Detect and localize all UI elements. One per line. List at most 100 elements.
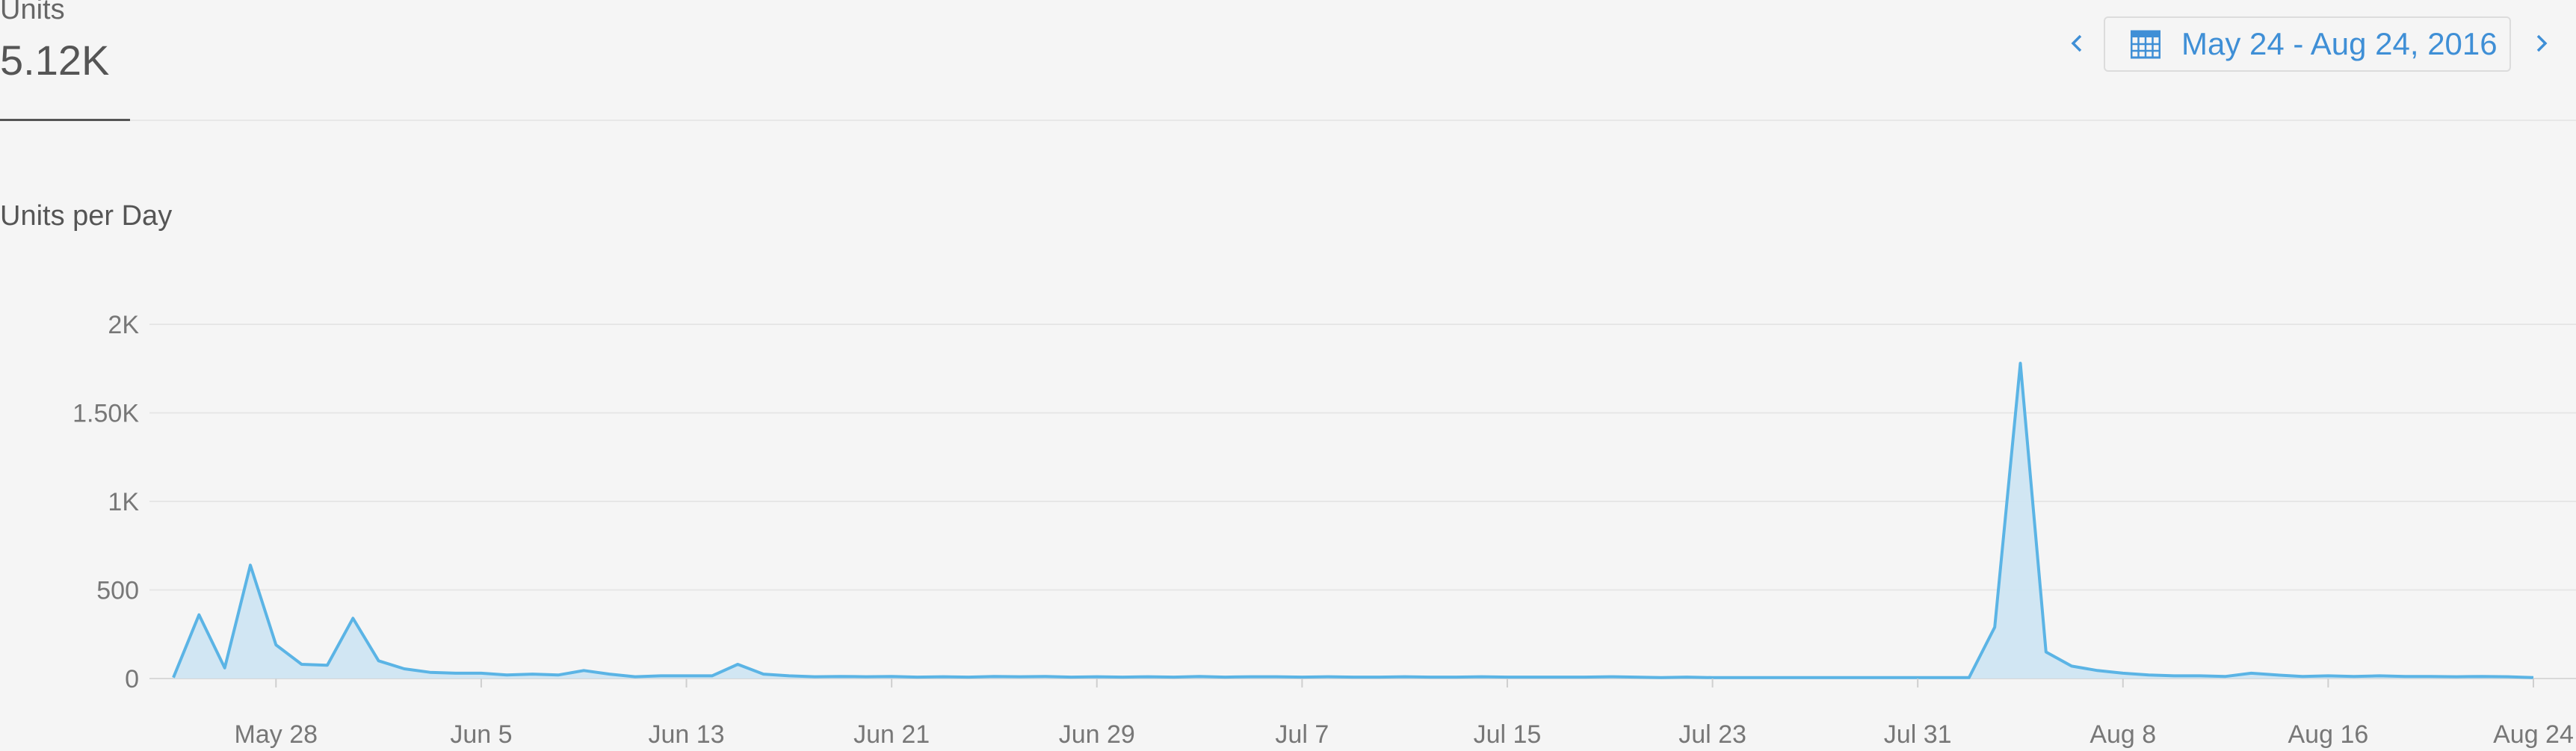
data-point[interactable] (1605, 673, 1614, 682)
data-point[interactable] (323, 661, 332, 670)
data-point[interactable] (1785, 673, 1794, 682)
data-point[interactable] (1836, 673, 1845, 682)
data-point[interactable] (502, 670, 511, 679)
data-point[interactable] (733, 660, 742, 669)
data-point[interactable] (451, 669, 460, 678)
x-tick-label: Jul 31 (1884, 720, 1952, 749)
data-point[interactable] (759, 670, 768, 679)
data-point[interactable] (1374, 673, 1383, 682)
data-point[interactable] (1554, 673, 1563, 682)
data-point[interactable] (1066, 673, 1075, 682)
data-point[interactable] (1631, 673, 1640, 682)
data-point[interactable] (1990, 622, 1999, 631)
data-point[interactable] (2067, 661, 2076, 670)
data-point[interactable] (477, 669, 486, 678)
data-point[interactable] (964, 673, 973, 682)
data-point[interactable] (2144, 670, 2153, 679)
data-point[interactable] (1477, 673, 1486, 682)
data-point[interactable] (989, 672, 998, 681)
x-tick-label: Aug 8 (2089, 720, 2156, 749)
data-point[interactable] (1965, 673, 1974, 682)
data-point[interactable] (2092, 666, 2101, 675)
data-point[interactable] (1580, 673, 1589, 682)
data-point[interactable] (2221, 672, 2230, 681)
data-point[interactable] (374, 656, 383, 665)
data-point[interactable] (579, 666, 588, 675)
data-point[interactable] (1426, 673, 1435, 682)
data-point[interactable] (1528, 673, 1537, 682)
data-point[interactable] (1862, 673, 1871, 682)
data-point[interactable] (1195, 672, 1204, 681)
data-point[interactable] (835, 672, 844, 681)
data-point[interactable] (1888, 673, 1897, 682)
data-point[interactable] (348, 614, 357, 622)
data-point[interactable] (2400, 672, 2409, 681)
data-point[interactable] (297, 660, 306, 669)
data-point[interactable] (169, 673, 178, 682)
data-point[interactable] (2452, 673, 2461, 682)
x-tick-label: Jun 29 (1059, 720, 1135, 749)
x-tick-label: Jul 23 (1678, 720, 1746, 749)
data-point[interactable] (912, 673, 921, 682)
data-point[interactable] (2504, 673, 2512, 682)
data-point[interactable] (1118, 673, 1127, 682)
data-point[interactable] (1400, 673, 1409, 682)
x-tick-label: Jun 21 (853, 720, 930, 749)
data-point[interactable] (631, 673, 640, 682)
data-point[interactable] (2016, 359, 2024, 368)
data-point[interactable] (656, 671, 665, 680)
data-point[interactable] (1220, 673, 1229, 682)
series-line (172, 362, 2534, 679)
data-point[interactable] (425, 668, 434, 677)
y-tick-label: 1.50K (72, 400, 139, 428)
data-point[interactable] (246, 560, 255, 569)
data-point[interactable] (194, 611, 203, 619)
data-point[interactable] (1734, 673, 1743, 682)
data-point[interactable] (1759, 673, 1768, 682)
data-point[interactable] (1657, 673, 1666, 682)
y-tick-label: 0 (125, 665, 139, 693)
x-tick-label: Aug 24 (2493, 720, 2574, 749)
data-point[interactable] (2246, 669, 2255, 678)
data-point[interactable] (2169, 671, 2178, 680)
series-area (173, 363, 2533, 679)
data-point[interactable] (2119, 669, 2128, 678)
x-tick-label: Aug 16 (2288, 720, 2369, 749)
x-tick-label: Jul 15 (1474, 720, 1542, 749)
data-point[interactable] (400, 664, 409, 673)
data-point[interactable] (528, 670, 537, 679)
data-point[interactable] (1451, 673, 1460, 682)
data-point[interactable] (2375, 671, 2384, 680)
data-point[interactable] (271, 640, 280, 649)
data-point[interactable] (2427, 672, 2436, 681)
data-point[interactable] (810, 673, 819, 682)
x-tick-label: Jul 7 (1275, 720, 1329, 749)
data-point[interactable] (1323, 673, 1332, 682)
data-point[interactable] (708, 671, 717, 680)
data-point[interactable] (1272, 673, 1281, 682)
y-tick-label: 2K (108, 311, 139, 339)
data-point[interactable] (2273, 670, 2282, 679)
data-point[interactable] (1247, 673, 1255, 682)
x-tick-label: May 28 (235, 720, 318, 749)
data-point[interactable] (1041, 672, 1050, 681)
data-point[interactable] (939, 673, 948, 682)
data-point[interactable] (1349, 673, 1358, 682)
y-tick-label: 500 (96, 577, 139, 605)
data-point[interactable] (554, 670, 563, 679)
data-point[interactable] (1939, 673, 1948, 682)
data-point[interactable] (1016, 673, 1025, 682)
data-point[interactable] (220, 664, 229, 673)
data-point[interactable] (2350, 672, 2359, 681)
data-point[interactable] (2196, 671, 2205, 680)
data-point[interactable] (1811, 673, 1820, 682)
data-point[interactable] (1682, 673, 1691, 682)
data-point[interactable] (2298, 672, 2307, 681)
data-point[interactable] (785, 671, 794, 680)
data-point[interactable] (2477, 672, 2486, 681)
data-point[interactable] (1170, 673, 1179, 682)
data-point[interactable] (2042, 647, 2051, 656)
data-point[interactable] (605, 670, 614, 679)
data-point[interactable] (862, 673, 871, 682)
data-point[interactable] (1143, 673, 1152, 682)
